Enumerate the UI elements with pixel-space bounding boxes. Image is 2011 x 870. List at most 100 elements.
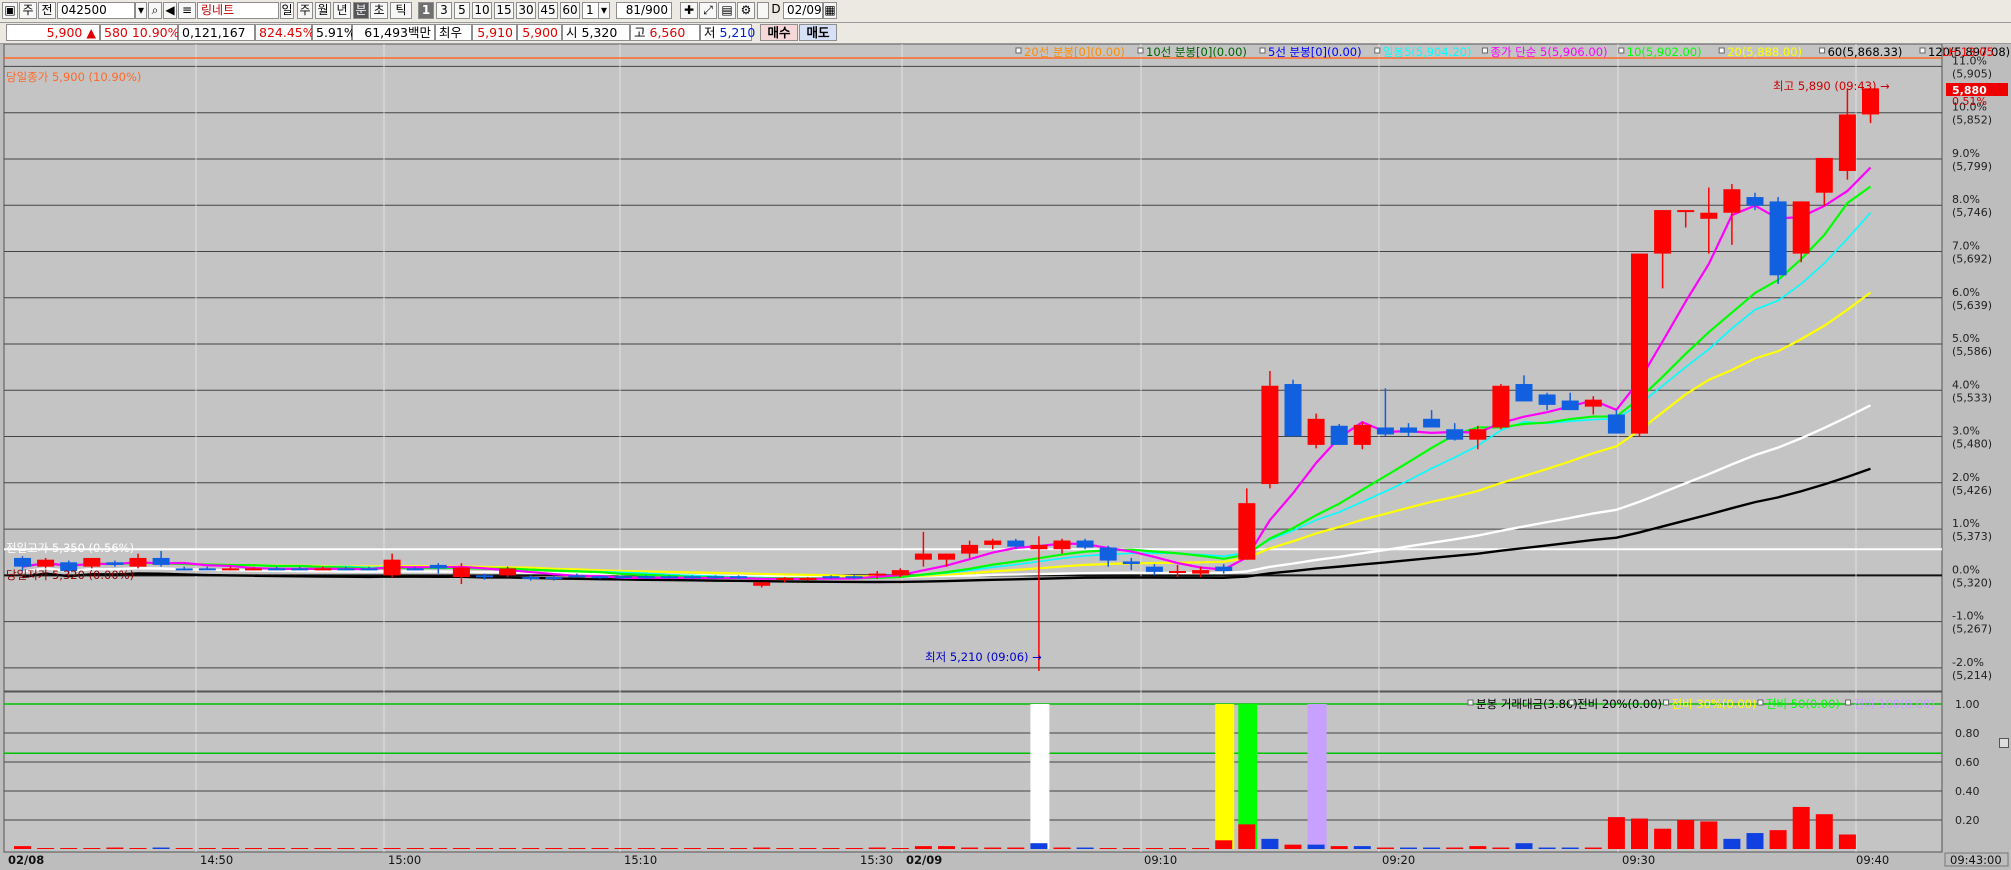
- info-icon[interactable]: ≡: [178, 2, 196, 19]
- volume-bar: [1330, 846, 1348, 849]
- candle-body: [637, 576, 655, 579]
- sell-button[interactable]: 매도: [799, 24, 837, 41]
- volume-bar: [1192, 848, 1210, 849]
- volume-bar: [845, 848, 863, 849]
- period-year-tab[interactable]: 년: [333, 2, 351, 19]
- interval-dropdown-icon[interactable]: ▾: [598, 2, 610, 19]
- candle-body: [660, 576, 678, 579]
- time-axis-label: 09:40: [1856, 853, 1889, 867]
- high-field: 고 6,560: [630, 24, 700, 41]
- legend-checkbox: [1259, 47, 1266, 54]
- candle-body: [1053, 540, 1071, 550]
- settings-icon[interactable]: ⚙: [737, 2, 755, 19]
- candle-body: [1607, 414, 1625, 434]
- candle-body: [383, 559, 401, 576]
- sound-icon[interactable]: ◀: [163, 2, 177, 19]
- market-filter-select[interactable]: 전: [38, 2, 56, 19]
- minute-1-button[interactable]: 1: [418, 2, 434, 19]
- low-value: 5,210: [719, 25, 756, 40]
- period-week-tab[interactable]: 주: [297, 2, 313, 19]
- volume-bar: [1769, 830, 1787, 849]
- minute-45-button[interactable]: 45: [538, 2, 558, 19]
- date-input[interactable]: 02/09: [783, 2, 823, 19]
- volume-legend-item: 전비 20%(0.00): [1577, 697, 1662, 711]
- volume-bar: [175, 848, 193, 849]
- volume-bar: [683, 848, 701, 849]
- time-axis-label: 09:20: [1382, 853, 1415, 867]
- candle-body: [406, 568, 424, 571]
- volume-bar: [730, 848, 748, 849]
- volume-legend-checkbox: [1568, 699, 1575, 706]
- candle-body: [1700, 212, 1718, 219]
- volume-bar: [891, 848, 909, 849]
- search-icon[interactable]: ⌕: [148, 2, 162, 19]
- volume-bar: [1700, 821, 1718, 849]
- volume-bar: [452, 848, 470, 849]
- candle-body: [476, 575, 493, 578]
- price-chart[interactable]: 11.0%(5,905)10.0%(5,852)9.0%(5,799)8.0%(…: [0, 43, 2011, 867]
- volume-axis-label: 0.40: [1955, 785, 1980, 798]
- period-day-tab[interactable]: 일: [280, 2, 294, 19]
- candle-body: [1192, 570, 1210, 574]
- price-axis-value: (5,746): [1952, 206, 1992, 219]
- buy-button[interactable]: 매수: [760, 24, 798, 41]
- candle-body: [106, 562, 124, 565]
- volume-bar: [406, 848, 424, 849]
- candle-body: [568, 575, 586, 578]
- volume-bar: [1584, 847, 1602, 849]
- minute-5-button[interactable]: 5: [454, 2, 470, 19]
- minute-10-button[interactable]: 10: [472, 2, 492, 19]
- volume-bar: [1122, 848, 1140, 849]
- current-price: 5,900: [46, 25, 83, 40]
- calendar-icon[interactable]: ▦: [823, 2, 837, 19]
- volume-bar: [129, 848, 147, 849]
- volume-bar: [1561, 847, 1579, 849]
- candle-body: [1122, 561, 1140, 565]
- window-menu-icon[interactable]: ▣: [2, 2, 18, 19]
- price-axis-value: (5,586): [1952, 345, 1992, 358]
- candle-body: [83, 557, 101, 567]
- period-minute-tab[interactable]: 분: [353, 2, 369, 19]
- time-axis-label: 15:00: [388, 853, 421, 867]
- volume-bar: [383, 848, 401, 849]
- candle-body: [1631, 253, 1648, 434]
- price-axis-pct: 8.0%: [1952, 193, 1980, 206]
- minute-60-button[interactable]: 60: [560, 2, 580, 19]
- period-month-tab[interactable]: 월: [315, 2, 331, 19]
- candle-body: [1284, 384, 1302, 437]
- up-arrow-icon: ▲: [86, 25, 96, 40]
- trade-value-field: 61,493백만: [352, 24, 435, 41]
- candle-body: [499, 568, 517, 576]
- save-icon[interactable]: ▤: [718, 2, 736, 19]
- candle-body: [1215, 566, 1233, 571]
- minute-3-button[interactable]: 3: [436, 2, 452, 19]
- legend-checkbox: [1718, 47, 1725, 54]
- minute-30-button[interactable]: 30: [516, 2, 536, 19]
- period-second-tab[interactable]: 초: [370, 2, 388, 19]
- market-select[interactable]: 주: [19, 2, 37, 19]
- volume-bar: [1815, 814, 1833, 849]
- legend-checkbox: [1618, 47, 1625, 54]
- chart-area[interactable]: 11.0% (5,905) 10.0% (5,852) 9.0% (5,799) 8.0%(…: [0, 43, 2011, 867]
- candle-body: [1792, 201, 1810, 254]
- period-tick-tab[interactable]: 틱: [390, 2, 412, 19]
- code-dropdown-icon[interactable]: ▾: [135, 2, 147, 19]
- stock-name-field[interactable]: 링네트: [197, 2, 279, 19]
- price-axis-pct: -1.0%: [1952, 610, 1984, 623]
- bars-display-input[interactable]: 81/900: [616, 2, 672, 19]
- legend-checkbox: [1819, 47, 1826, 54]
- minute-15-button[interactable]: 15: [494, 2, 514, 19]
- candle-body: [1469, 429, 1487, 440]
- d-checkbox[interactable]: [757, 2, 769, 19]
- low-field: 저 5,210: [700, 24, 755, 41]
- price-axis-value: (5,267): [1952, 623, 1992, 636]
- price-axis-pct: 7.0%: [1952, 239, 1980, 252]
- crosshair-icon[interactable]: ✚: [680, 2, 698, 19]
- maximize-pane-icon[interactable]: [1999, 738, 2009, 748]
- volume-field: 0,121,167: [178, 24, 255, 41]
- volume-bar: [1492, 847, 1510, 849]
- code-input[interactable]: 042500: [57, 2, 135, 19]
- volume-bar: [1030, 843, 1048, 849]
- quote-bar: 5,900 ▲ 580 10.90% 0,121,167 824.45% 5.9…: [0, 23, 2011, 44]
- indicator-icon[interactable]: ⤢: [699, 2, 717, 19]
